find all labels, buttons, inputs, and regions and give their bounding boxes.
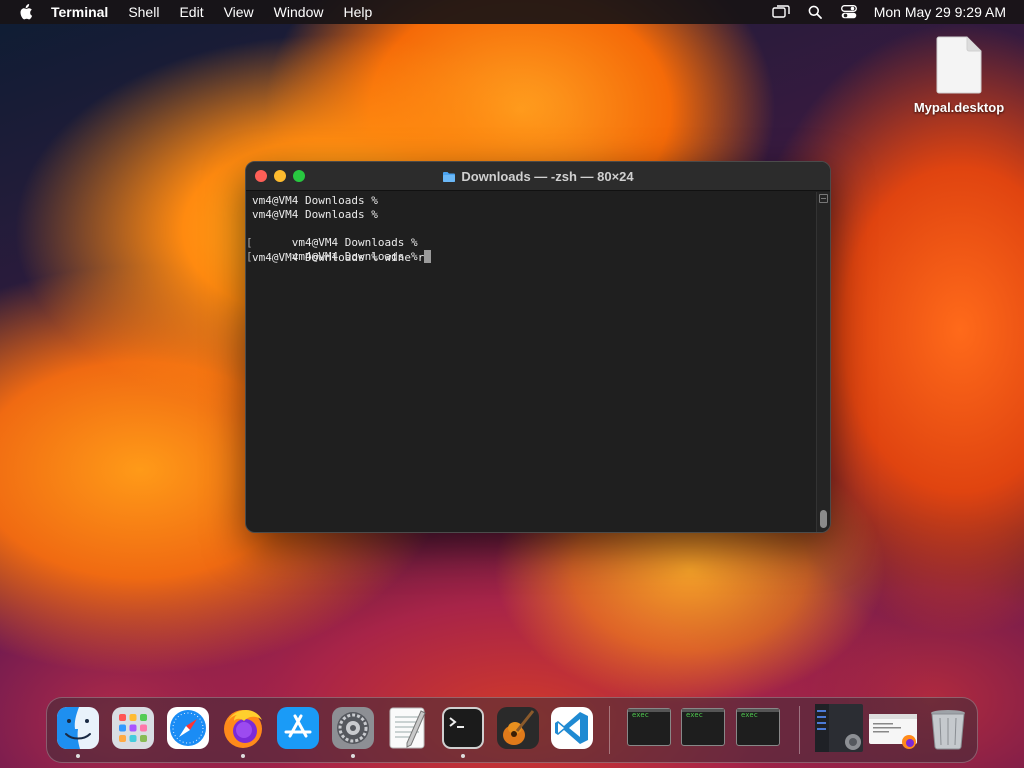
- menu-app-name[interactable]: Terminal: [37, 0, 118, 24]
- desktop-file-mypal[interactable]: Mypal.desktop: [900, 36, 1018, 115]
- dock-firefox-window-thumbnail[interactable]: [869, 710, 919, 750]
- running-indicator: [241, 754, 245, 758]
- terminal-line-marked: [vm4@VM4 Downloads %]: [246, 222, 828, 249]
- dock-exec-window[interactable]: exec: [681, 708, 725, 746]
- menu-window[interactable]: Window: [264, 0, 334, 24]
- terminal-titlebar[interactable]: Downloads — -zsh — 80×24: [246, 162, 830, 191]
- terminal-line: vm4@VM4 Downloads %: [252, 194, 378, 207]
- running-indicator: [351, 754, 355, 758]
- firefox-icon: [224, 710, 262, 748]
- dock: exec exec exec: [46, 697, 978, 763]
- system-settings-icon: [332, 707, 374, 749]
- menu-view[interactable]: View: [214, 0, 264, 24]
- window-title-text: Downloads — -zsh — 80×24: [461, 169, 634, 184]
- dock-garageband[interactable]: [495, 705, 541, 751]
- running-indicator: [461, 754, 465, 758]
- terminal-line-text: vm4@VM4 Downloads %: [291, 250, 418, 263]
- menu-shell[interactable]: Shell: [118, 0, 169, 24]
- scrollbar-thumb[interactable]: [820, 510, 827, 528]
- dock-exec-window[interactable]: exec: [736, 708, 780, 746]
- dock-trash[interactable]: [925, 705, 971, 751]
- desktop-file-label: Mypal.desktop: [913, 100, 1005, 115]
- folder-icon: [443, 171, 456, 182]
- running-indicator: [76, 754, 80, 758]
- safari-icon: [167, 707, 209, 749]
- dock-terminal[interactable]: [440, 705, 486, 758]
- split-pane-icon[interactable]: [819, 194, 828, 203]
- dock-separator: [609, 706, 610, 754]
- dock-app-store[interactable]: [275, 705, 321, 751]
- window-thumbnail: [815, 704, 863, 752]
- control-center-icon[interactable]: [832, 0, 866, 24]
- terminal-window[interactable]: Downloads — -zsh — 80×24 vm4@VM4 Downloa…: [245, 161, 831, 533]
- menu-edit[interactable]: Edit: [169, 0, 213, 24]
- dock-launchpad[interactable]: [110, 705, 156, 751]
- exec-window-label: exec: [686, 711, 703, 719]
- finder-icon: [57, 707, 99, 749]
- screen-mirroring-icon[interactable]: [764, 0, 798, 24]
- exec-window-label: exec: [741, 711, 758, 719]
- dock-finder[interactable]: [55, 705, 101, 758]
- menu-clock[interactable]: Mon May 29 9:29 AM: [874, 4, 1006, 20]
- trash-icon: [931, 710, 965, 750]
- apple-logo-icon[interactable]: [15, 0, 37, 24]
- terminal-scrollbar[interactable]: [816, 192, 830, 532]
- exec-window-label: exec: [632, 711, 649, 719]
- dock-firefox[interactable]: [220, 705, 266, 758]
- dock-exec-window[interactable]: exec: [627, 708, 671, 746]
- document-icon: [936, 36, 982, 94]
- terminal-icon: [442, 707, 484, 749]
- terminal-output[interactable]: vm4@VM4 Downloads % vm4@VM4 Downloads % …: [246, 192, 828, 532]
- menu-bar: Terminal Shell Edit View Window Help Mon…: [0, 0, 1024, 24]
- launchpad-icon: [112, 707, 154, 749]
- dock-safari[interactable]: [165, 705, 211, 751]
- vscode-icon: [551, 707, 593, 749]
- menu-help[interactable]: Help: [333, 0, 382, 24]
- terminal-line-marked: [vm4@VM4 Downloads %]: [246, 236, 828, 263]
- text-cursor: [424, 250, 432, 263]
- dock-settings-window-thumbnail[interactable]: [815, 704, 863, 752]
- dock-separator: [799, 706, 800, 754]
- garageband-icon: [497, 707, 539, 749]
- terminal-line: vm4@VM4 Downloads %: [252, 208, 378, 221]
- dock-system-settings[interactable]: [330, 705, 376, 758]
- dock-textedit[interactable]: [385, 705, 431, 751]
- window-title: Downloads — -zsh — 80×24: [246, 162, 830, 191]
- textedit-icon: [389, 707, 426, 749]
- dock-vscode[interactable]: [549, 705, 595, 751]
- app-store-icon: [277, 707, 319, 749]
- window-thumbnail: [869, 714, 917, 749]
- spotlight-search-icon[interactable]: [798, 0, 832, 24]
- line-mark-left: [: [246, 250, 253, 263]
